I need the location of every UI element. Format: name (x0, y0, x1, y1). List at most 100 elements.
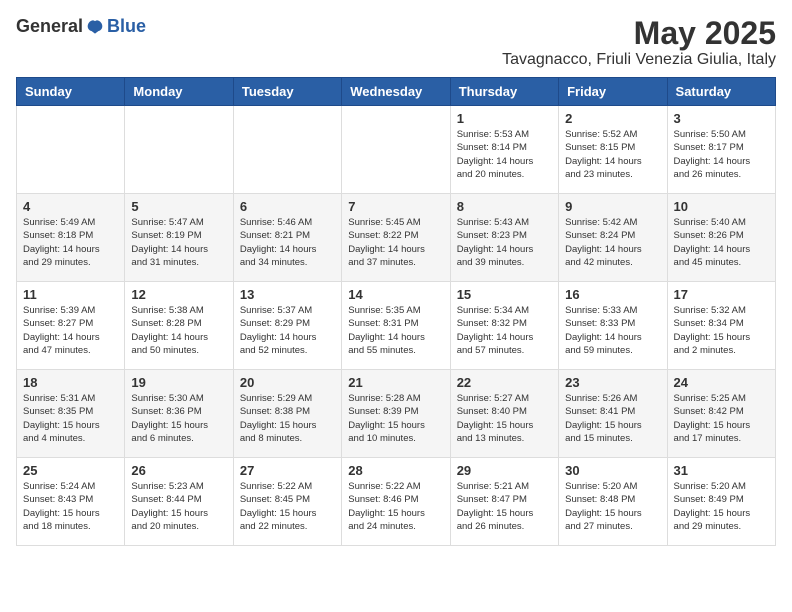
calendar-cell (233, 106, 341, 194)
calendar-cell: 27Sunrise: 5:22 AM Sunset: 8:45 PM Dayli… (233, 458, 341, 546)
calendar-cell: 18 Sunrise: 5:31 AM Sunset: 8:35 PM Dayli… (17, 370, 125, 458)
calendar-week-row: 18 Sunrise: 5:31 AM Sunset: 8:35 PM Dayli… (17, 370, 776, 458)
logo-blue: Blue (107, 16, 146, 37)
day-info: Sunrise: 5:45 AM Sunset: 8:22 PM Dayligh… (348, 216, 443, 269)
calendar-cell: 21Sunrise: 5:28 AM Sunset: 8:39 PM Dayli… (342, 370, 450, 458)
day-number: 20 (240, 375, 335, 390)
day-number: 4 (23, 199, 118, 214)
day-number: 13 (240, 287, 335, 302)
day-number: 5 (131, 199, 226, 214)
calendar-cell: 9 Sunrise: 5:42 AM Sunset: 8:24 PM Daylig… (559, 194, 667, 282)
page-header: General Blue May 2025 Tavagnacco, Friuli… (16, 16, 776, 69)
day-number: 9 (565, 199, 660, 214)
calendar-cell: 22 Sunrise: 5:27 AM Sunset: 8:40 PM Dayli… (450, 370, 558, 458)
weekday-header-monday: Monday (125, 78, 233, 106)
weekday-header-tuesday: Tuesday (233, 78, 341, 106)
calendar-cell: 8 Sunrise: 5:43 AM Sunset: 8:23 PM Daylig… (450, 194, 558, 282)
day-number: 28 (348, 463, 443, 478)
calendar-cell: 30 Sunrise: 5:20 AM Sunset: 8:48 PM Dayli… (559, 458, 667, 546)
day-number: 15 (457, 287, 552, 302)
calendar-cell: 6 Sunrise: 5:46 AM Sunset: 8:21 PM Daylig… (233, 194, 341, 282)
day-number: 19 (131, 375, 226, 390)
calendar-cell: 1 Sunrise: 5:53 AM Sunset: 8:14 PM Daylig… (450, 106, 558, 194)
calendar-cell: 19Sunrise: 5:30 AM Sunset: 8:36 PM Dayli… (125, 370, 233, 458)
day-number: 24 (674, 375, 769, 390)
day-info: Sunrise: 5:53 AM Sunset: 8:14 PM Dayligh… (457, 128, 552, 181)
calendar-cell: 20 Sunrise: 5:29 AM Sunset: 8:38 PM Dayli… (233, 370, 341, 458)
weekday-header-sunday: Sunday (17, 78, 125, 106)
calendar-cell: 25 Sunrise: 5:24 AM Sunset: 8:43 PM Dayli… (17, 458, 125, 546)
day-number: 2 (565, 111, 660, 126)
calendar-cell: 31Sunrise: 5:20 AM Sunset: 8:49 PM Dayli… (667, 458, 775, 546)
day-info: Sunrise: 5:24 AM Sunset: 8:43 PM Dayligh… (23, 480, 118, 533)
day-info: Sunrise: 5:42 AM Sunset: 8:24 PM Dayligh… (565, 216, 660, 269)
logo-general: General (16, 16, 83, 37)
calendar-header-row: SundayMondayTuesdayWednesdayThursdayFrid… (17, 78, 776, 106)
calendar-week-row: 11Sunrise: 5:39 AM Sunset: 8:27 PM Dayli… (17, 282, 776, 370)
calendar-table: SundayMondayTuesdayWednesdayThursdayFrid… (16, 77, 776, 546)
day-number: 14 (348, 287, 443, 302)
calendar-cell: 24 Sunrise: 5:25 AM Sunset: 8:42 PM Dayli… (667, 370, 775, 458)
day-number: 1 (457, 111, 552, 126)
day-info: Sunrise: 5:22 AM Sunset: 8:46 PM Dayligh… (348, 480, 443, 533)
weekday-header-friday: Friday (559, 78, 667, 106)
weekday-header-saturday: Saturday (667, 78, 775, 106)
calendar-cell: 16 Sunrise: 5:33 AM Sunset: 8:33 PM Dayli… (559, 282, 667, 370)
day-info: Sunrise: 5:26 AM Sunset: 8:41 PM Dayligh… (565, 392, 660, 445)
day-number: 25 (23, 463, 118, 478)
day-number: 3 (674, 111, 769, 126)
day-info: Sunrise: 5:21 AM Sunset: 8:47 PM Dayligh… (457, 480, 552, 533)
day-number: 22 (457, 375, 552, 390)
day-number: 7 (348, 199, 443, 214)
day-info: Sunrise: 5:29 AM Sunset: 8:38 PM Dayligh… (240, 392, 335, 445)
calendar-cell: 28 Sunrise: 5:22 AM Sunset: 8:46 PM Dayli… (342, 458, 450, 546)
day-number: 6 (240, 199, 335, 214)
calendar-cell: 10Sunrise: 5:40 AM Sunset: 8:26 PM Dayli… (667, 194, 775, 282)
day-number: 17 (674, 287, 769, 302)
calendar-cell: 17Sunrise: 5:32 AM Sunset: 8:34 PM Dayli… (667, 282, 775, 370)
month-title: May 2025 (502, 16, 776, 51)
day-info: Sunrise: 5:37 AM Sunset: 8:29 PM Dayligh… (240, 304, 335, 357)
day-number: 11 (23, 287, 118, 302)
day-info: Sunrise: 5:25 AM Sunset: 8:42 PM Dayligh… (674, 392, 769, 445)
calendar-cell: 23 Sunrise: 5:26 AM Sunset: 8:41 PM Dayli… (559, 370, 667, 458)
day-info: Sunrise: 5:40 AM Sunset: 8:26 PM Dayligh… (674, 216, 769, 269)
day-info: Sunrise: 5:31 AM Sunset: 8:35 PM Dayligh… (23, 392, 118, 445)
day-info: Sunrise: 5:35 AM Sunset: 8:31 PM Dayligh… (348, 304, 443, 357)
calendar-week-row: 4 Sunrise: 5:49 AM Sunset: 8:18 PM Daylig… (17, 194, 776, 282)
calendar-cell: 26Sunrise: 5:23 AM Sunset: 8:44 PM Dayli… (125, 458, 233, 546)
day-info: Sunrise: 5:20 AM Sunset: 8:48 PM Dayligh… (565, 480, 660, 533)
calendar-cell: 13 Sunrise: 5:37 AM Sunset: 8:29 PM Dayli… (233, 282, 341, 370)
day-info: Sunrise: 5:23 AM Sunset: 8:44 PM Dayligh… (131, 480, 226, 533)
calendar-cell: 5Sunrise: 5:47 AM Sunset: 8:19 PM Daylig… (125, 194, 233, 282)
day-info: Sunrise: 5:52 AM Sunset: 8:15 PM Dayligh… (565, 128, 660, 181)
logo-bird-icon (85, 17, 105, 37)
day-info: Sunrise: 5:33 AM Sunset: 8:33 PM Dayligh… (565, 304, 660, 357)
day-info: Sunrise: 5:34 AM Sunset: 8:32 PM Dayligh… (457, 304, 552, 357)
calendar-cell: 12Sunrise: 5:38 AM Sunset: 8:28 PM Dayli… (125, 282, 233, 370)
calendar-cell: 4 Sunrise: 5:49 AM Sunset: 8:18 PM Daylig… (17, 194, 125, 282)
calendar-cell: 11Sunrise: 5:39 AM Sunset: 8:27 PM Dayli… (17, 282, 125, 370)
day-number: 21 (348, 375, 443, 390)
day-number: 16 (565, 287, 660, 302)
day-info: Sunrise: 5:49 AM Sunset: 8:18 PM Dayligh… (23, 216, 118, 269)
weekday-header-wednesday: Wednesday (342, 78, 450, 106)
day-number: 23 (565, 375, 660, 390)
day-number: 8 (457, 199, 552, 214)
calendar-cell: 29Sunrise: 5:21 AM Sunset: 8:47 PM Dayli… (450, 458, 558, 546)
day-number: 18 (23, 375, 118, 390)
day-info: Sunrise: 5:46 AM Sunset: 8:21 PM Dayligh… (240, 216, 335, 269)
day-number: 12 (131, 287, 226, 302)
calendar-cell: 3 Sunrise: 5:50 AM Sunset: 8:17 PM Daylig… (667, 106, 775, 194)
calendar-cell: 15 Sunrise: 5:34 AM Sunset: 8:32 PM Dayli… (450, 282, 558, 370)
calendar-cell: 2 Sunrise: 5:52 AM Sunset: 8:15 PM Daylig… (559, 106, 667, 194)
day-info: Sunrise: 5:27 AM Sunset: 8:40 PM Dayligh… (457, 392, 552, 445)
calendar-cell (17, 106, 125, 194)
day-number: 31 (674, 463, 769, 478)
day-info: Sunrise: 5:43 AM Sunset: 8:23 PM Dayligh… (457, 216, 552, 269)
day-info: Sunrise: 5:50 AM Sunset: 8:17 PM Dayligh… (674, 128, 769, 181)
calendar-cell: 7 Sunrise: 5:45 AM Sunset: 8:22 PM Daylig… (342, 194, 450, 282)
calendar-cell (125, 106, 233, 194)
day-info: Sunrise: 5:22 AM Sunset: 8:45 PM Dayligh… (240, 480, 335, 533)
day-number: 30 (565, 463, 660, 478)
